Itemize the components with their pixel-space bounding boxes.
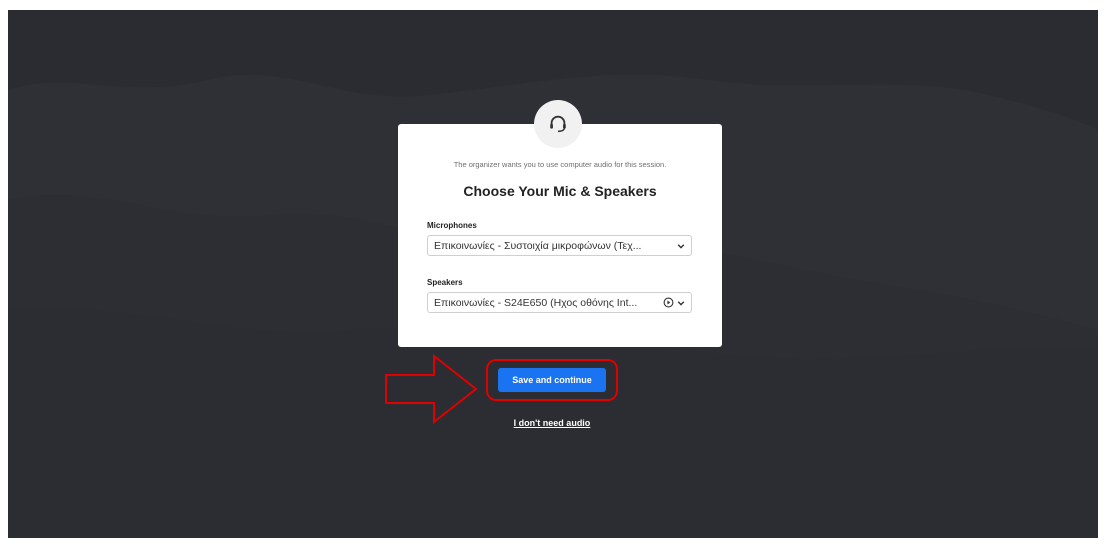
dialog-title: Choose Your Mic & Speakers [463,183,657,199]
annotation-arrow-icon [385,353,478,425]
speakers-label: Speakers [427,278,463,287]
speaker-select[interactable]: Επικοινωνίες - S24E650 (Ηχος οθόνης Int.… [427,292,692,313]
microphones-label: Microphones [427,221,477,230]
play-test-sound-icon[interactable] [663,297,674,308]
chevron-down-icon [677,300,685,306]
chevron-down-icon [677,243,685,249]
microphone-selected-value: Επικοινωνίες - Συστοιχία μικροφώνων (Τεχ… [434,239,642,252]
speaker-selected-value: Επικοινωνίες - S24E650 (Ηχος οθόνης Int.… [434,296,638,309]
dialog-subtitle: The organizer wants you to use computer … [453,160,667,169]
headset-icon [534,100,582,148]
no-audio-link[interactable]: I don't need audio [508,418,596,428]
page-background: The organizer wants you to use computer … [8,10,1098,538]
microphone-select[interactable]: Επικοινωνίες - Συστοιχία μικροφώνων (Τεχ… [427,235,692,256]
audio-setup-dialog: The organizer wants you to use computer … [398,100,722,347]
save-and-continue-button[interactable]: Save and continue [498,368,606,392]
